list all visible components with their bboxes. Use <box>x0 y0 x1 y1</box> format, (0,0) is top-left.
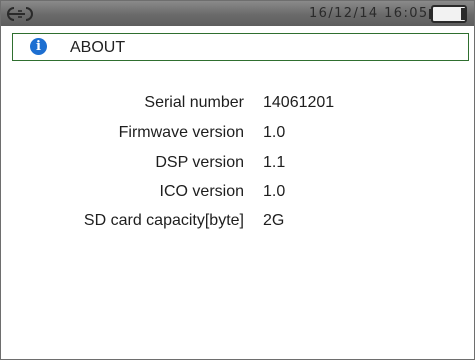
info-row-ico-version: ICO version 1.0 <box>0 183 475 205</box>
info-row-firmware-version: Firmwave version 1.0 <box>0 124 475 146</box>
info-value: 2G <box>263 212 285 229</box>
info-value: 1.1 <box>263 154 286 171</box>
info-label: SD card capacity[byte] <box>83 212 244 229</box>
battery-icon <box>429 5 467 23</box>
info-row-dsp-version: DSP version 1.1 <box>0 154 475 176</box>
info-value: 1.0 <box>263 124 286 141</box>
info-value: 1.0 <box>263 183 286 200</box>
info-label: ICO version <box>159 183 244 200</box>
title-bar: i ABOUT <box>12 33 469 61</box>
info-label: Firmwave version <box>118 124 244 141</box>
info-row-serial-number: Serial number 14061201 <box>0 94 475 116</box>
plug-icon <box>7 7 33 21</box>
status-datetime: 16/12/14 16:05 <box>309 6 429 21</box>
info-label: Serial number <box>144 94 244 111</box>
info-label: DSP version <box>155 154 244 171</box>
info-icon: i <box>30 38 47 55</box>
status-bar: 16/12/14 16:05 <box>1 1 474 26</box>
info-row-sd-card-capacity: SD card capacity[byte] 2G <box>0 212 475 234</box>
info-value: 14061201 <box>263 94 335 111</box>
page-title: ABOUT <box>70 39 126 56</box>
